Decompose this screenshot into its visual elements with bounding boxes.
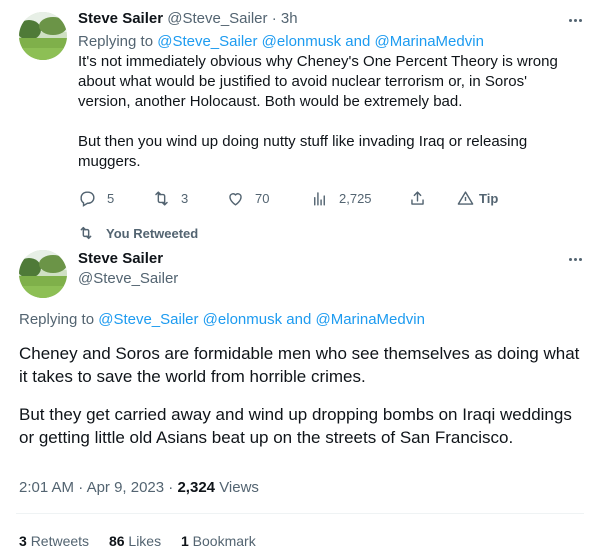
reply-mention-marina[interactable]: @MarinaMedvin	[374, 33, 483, 50]
bookmarks-stat-label: Bookmark	[192, 533, 256, 549]
likes-stat-count: 86	[108, 533, 125, 549]
tip-icon	[457, 190, 474, 205]
tweet2-date[interactable]: Apr 9, 2023	[87, 479, 165, 496]
tip-button[interactable]: Tip	[456, 184, 498, 212]
reply-mention-elon[interactable]: @elonmusk	[262, 33, 341, 50]
like-icon	[229, 192, 242, 206]
like-button[interactable]: 70	[226, 184, 269, 212]
retweet-button[interactable]: 3	[152, 184, 188, 212]
tweet1-timestamp[interactable]: 3h	[281, 10, 298, 27]
reply-button[interactable]: 5	[78, 184, 114, 212]
reply-icon	[80, 190, 95, 207]
likes-stat-label: Likes	[128, 533, 162, 549]
tweet2-meta-dot: ·	[78, 479, 84, 496]
tweet1-author-name[interactable]: Steve Sailer	[78, 10, 163, 27]
retweet-context-label: You Retweeted	[106, 225, 199, 241]
tweet2-views-label: Views	[219, 479, 259, 496]
retweets-stat-label: Retweets	[30, 533, 90, 549]
bookmarks-stat-count: 1	[180, 533, 189, 549]
more-icon[interactable]	[563, 8, 587, 32]
tweet2-stats: 3 Retweets 86 Likes 1 Bookmark	[19, 531, 272, 551]
tweet2-body: Cheney and Soros are formidable men who …	[19, 342, 584, 449]
tweet1-header: Steve Sailer @Steve_Sailer · 3h	[78, 9, 298, 29]
reply-mention-steve[interactable]: @Steve_Sailer	[157, 33, 257, 50]
tweet2-replying-to: Replying to @Steve_Sailer @elonmusk and …	[19, 310, 425, 330]
tweet2-paragraph-1: Cheney and Soros are formidable men who …	[19, 344, 580, 386]
tweet1-body: It's not immediately obvious why Cheney'…	[78, 52, 578, 172]
reply-and[interactable]: and	[345, 33, 370, 50]
tweet2-views-count: 2,324	[177, 479, 216, 496]
reply-count: 5	[107, 190, 115, 206]
tweet1-action-bar: 5 3 70 2,725 Tip	[74, 184, 554, 212]
views-button[interactable]: 2,725	[310, 184, 372, 212]
views-icon	[314, 191, 325, 206]
tweet2-avatar[interactable]	[19, 250, 67, 298]
tweet1-paragraph-1: It's not immediately obvious why Cheney'…	[78, 53, 558, 110]
share-button[interactable]	[408, 184, 427, 212]
reply-mention-steve[interactable]: @Steve_Sailer	[98, 311, 198, 328]
reply-mention-elon[interactable]: @elonmusk	[203, 311, 282, 328]
retweets-stat-count: 3	[19, 533, 27, 549]
like-count: 70	[255, 190, 270, 206]
bookmarks-stat[interactable]: 1 Bookmark	[181, 533, 256, 549]
retweet-icon	[155, 190, 168, 206]
tweet2-author-name[interactable]: Steve Sailer	[78, 249, 163, 269]
tweet2-meta-dot: ·	[168, 479, 174, 496]
share-icon	[411, 190, 424, 205]
reply-and[interactable]: and	[286, 311, 311, 328]
tweet2-time[interactable]: 2:01 AM	[19, 479, 74, 496]
tweet2-paragraph-2: But they get carried away and wind up dr…	[19, 405, 572, 447]
reply-mention-marina[interactable]: @MarinaMedvin	[315, 311, 424, 328]
tweet1-replying-to: Replying to @Steve_Sailer @elonmusk and …	[78, 32, 484, 52]
more-icon[interactable]	[563, 247, 587, 271]
retweet-context[interactable]: You Retweeted	[78, 224, 198, 242]
tweet2-author-handle[interactable]: @Steve_Sailer	[78, 269, 178, 289]
tweet2-meta: 2:01 AM · Apr 9, 2023 · 2,324 Views	[19, 478, 259, 498]
retweet-context-icon	[80, 226, 92, 240]
tweet1-separator: ·	[271, 10, 277, 27]
tip-label: Tip	[479, 190, 499, 206]
views-count: 2,725	[339, 190, 372, 206]
reply-prefix: Replying to	[19, 311, 95, 328]
tweet1-paragraph-2: But then you wind up doing nutty stuff l…	[78, 133, 528, 170]
tweet1-author-handle[interactable]: @Steve_Sailer	[167, 10, 267, 27]
retweets-stat[interactable]: 3 Retweets	[19, 533, 93, 549]
tweet1-avatar[interactable]	[19, 12, 67, 60]
divider	[16, 513, 584, 514]
retweet-count: 3	[181, 190, 189, 206]
reply-prefix: Replying to	[78, 33, 154, 50]
likes-stat[interactable]: 86 Likes	[109, 533, 165, 549]
